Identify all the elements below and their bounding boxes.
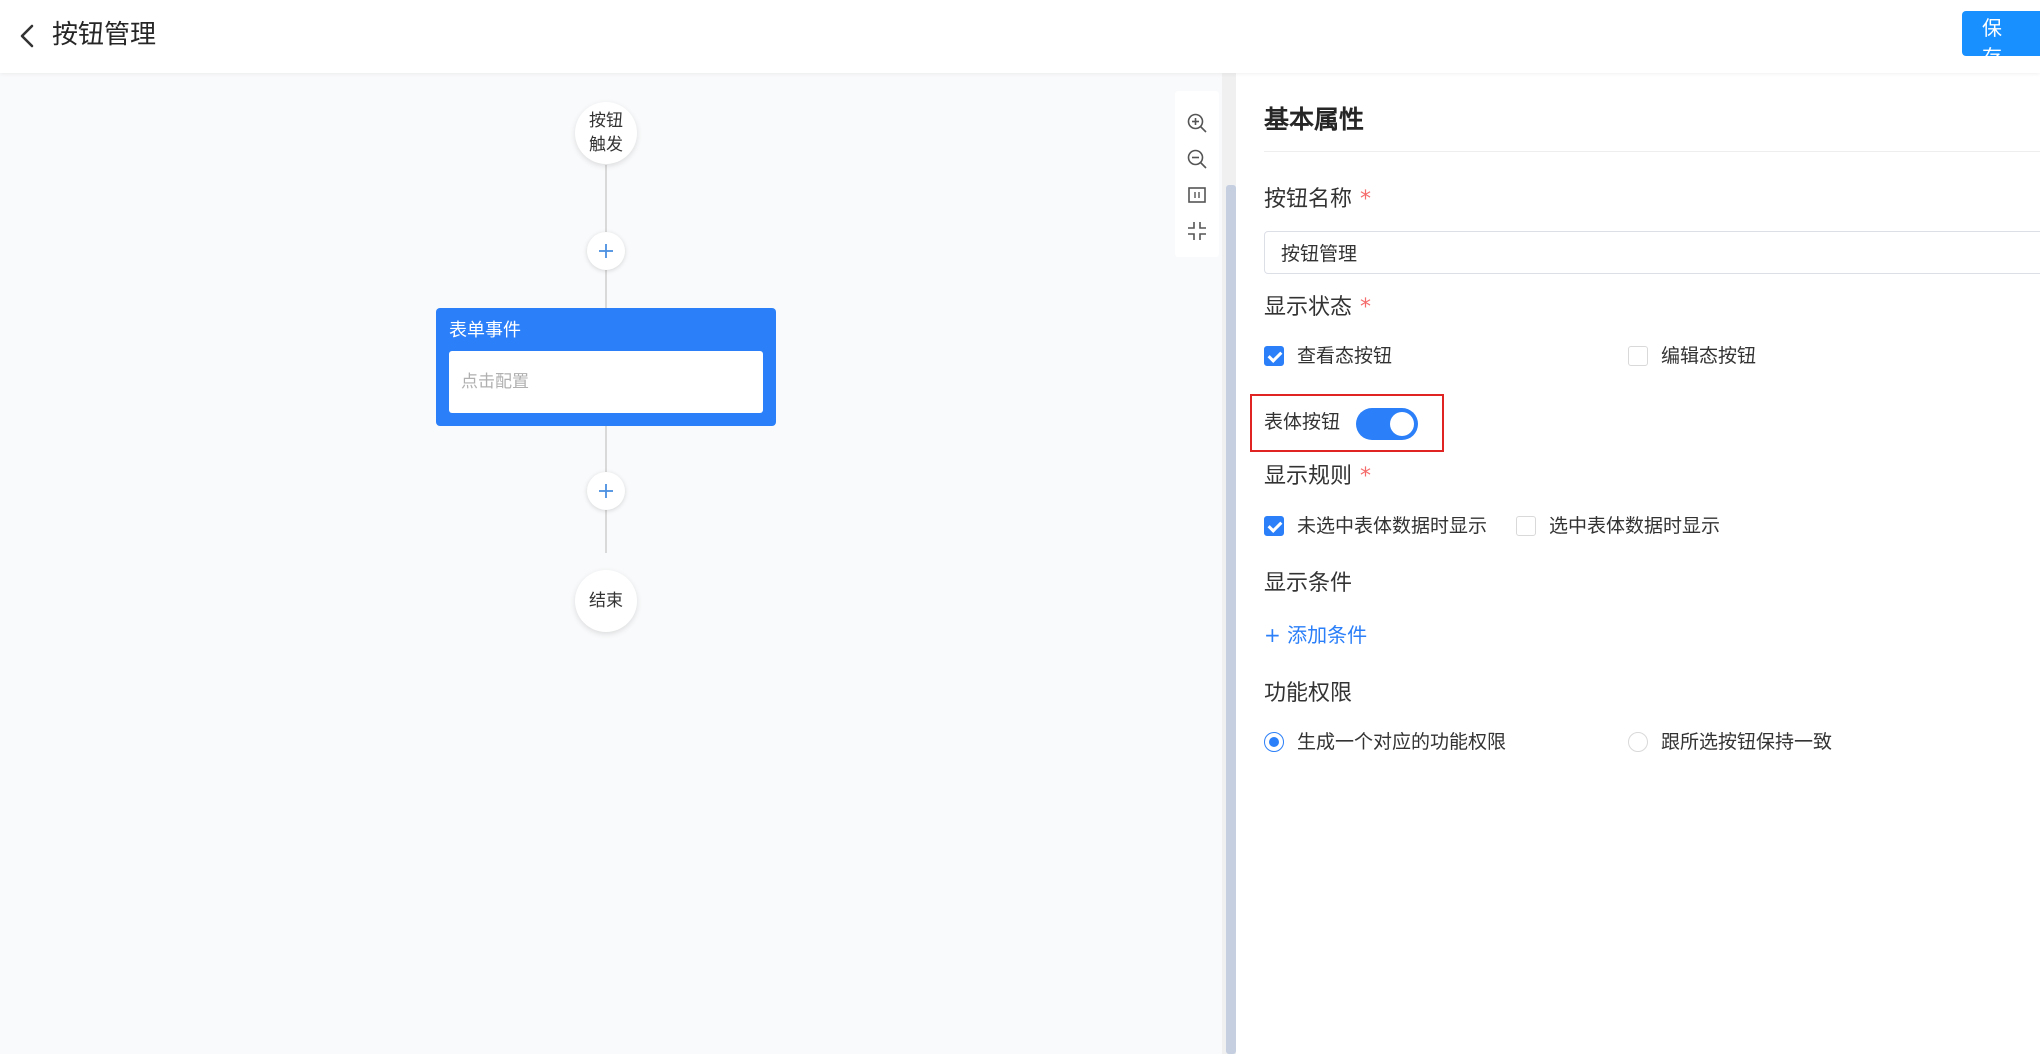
flow-connector [605, 509, 607, 553]
flow-connector [605, 270, 607, 308]
follow-button-radio[interactable]: 跟所选按钮保持一致 [1628, 729, 1832, 755]
button-name-label: 按钮名称 * [1264, 185, 1371, 215]
fit-view-button[interactable] [1185, 183, 1209, 207]
end-node-label: 结束 [589, 591, 623, 611]
display-condition-label: 显示条件 [1264, 571, 1353, 596]
edit-state-checkbox[interactable]: 编辑态按钮 [1628, 343, 1756, 369]
checkbox-unchecked-icon [1628, 346, 1648, 366]
permission-label: 功能权限 [1264, 681, 1353, 706]
display-rule-label-text: 显示规则 [1264, 464, 1353, 489]
required-mark: * [1360, 295, 1372, 320]
header-bar: 按钮管理 保 存 [0, 0, 2040, 73]
button-name-label-text: 按钮名称 [1264, 187, 1353, 212]
generate-permission-radio[interactable]: 生成一个对应的功能权限 [1264, 729, 1506, 755]
back-button[interactable] [14, 20, 40, 52]
properties-panel: 基本属性 按钮名称 * 显示状态 * 查看态按钮 编辑态按钮 显示规则 * 未选中表体… [1236, 73, 2040, 1054]
start-node-line: 触发 [589, 135, 623, 155]
event-config-placeholder: 点击配置 [461, 372, 529, 392]
zoom-toolbar [1175, 91, 1219, 257]
selected-rows-label: 选中表体数据时显示 [1549, 515, 1721, 537]
display-status-label-text: 显示状态 [1264, 295, 1353, 320]
zoom-in-icon [1187, 113, 1207, 133]
zoom-out-icon [1187, 149, 1207, 169]
body-button-switch[interactable] [1356, 408, 1418, 440]
checkbox-unchecked-icon [1516, 516, 1536, 536]
selected-rows-checkbox[interactable]: 选中表体数据时显示 [1516, 513, 1720, 539]
generate-permission-label: 生成一个对应的功能权限 [1297, 731, 1507, 753]
flow-connector [605, 426, 607, 472]
add-step-button[interactable] [587, 232, 625, 270]
save-button[interactable]: 保 存 [1962, 11, 2040, 69]
add-step-button[interactable] [587, 472, 625, 510]
flow-canvas[interactable]: 按钮 触发 表单事件 点击配置 结束 [0, 73, 1222, 1054]
view-state-checkbox[interactable]: 查看态按钮 [1264, 343, 1392, 369]
plus-icon [599, 484, 613, 498]
unselected-rows-checkbox[interactable]: 未选中表体数据时显示 [1264, 513, 1487, 539]
event-card-title: 表单事件 [449, 320, 521, 341]
unselected-rows-label: 未选中表体数据时显示 [1297, 515, 1488, 537]
display-rule-label: 显示规则 * [1264, 462, 1371, 492]
fullscreen-exit-icon [1188, 222, 1206, 240]
fullscreen-exit-button[interactable] [1185, 219, 1209, 243]
switch-knob [1390, 412, 1414, 436]
follow-button-label: 跟所选按钮保持一致 [1661, 731, 1833, 753]
flow-connector [605, 165, 607, 233]
zoom-in-button[interactable] [1185, 111, 1209, 135]
fit-view-icon [1188, 187, 1206, 203]
button-name-input[interactable] [1264, 231, 2040, 274]
start-node[interactable]: 按钮 触发 [575, 102, 637, 164]
form-event-card[interactable]: 表单事件 点击配置 [436, 308, 776, 426]
page-title: 按钮管理 [52, 20, 157, 50]
radio-unselected-icon [1628, 732, 1648, 752]
checkbox-checked-icon [1264, 516, 1284, 536]
required-mark: * [1360, 187, 1372, 212]
required-mark: * [1360, 464, 1372, 489]
chevron-left-icon [20, 24, 34, 48]
panel-title: 基本属性 [1264, 105, 1365, 134]
panel-divider [1264, 151, 2040, 152]
start-node-line: 按钮 [589, 111, 623, 131]
zoom-out-button[interactable] [1185, 147, 1209, 171]
body-button-label: 表体按钮 [1264, 411, 1341, 433]
view-state-label: 查看态按钮 [1297, 345, 1393, 367]
display-status-label: 显示状态 * [1264, 293, 1371, 323]
radio-selected-icon [1264, 732, 1284, 752]
end-node[interactable]: 结束 [575, 570, 637, 632]
event-config-box[interactable]: 点击配置 [449, 351, 763, 413]
plus-icon [599, 244, 613, 258]
canvas-scrollbar-thumb[interactable] [1226, 185, 1236, 1054]
edit-state-label: 编辑态按钮 [1661, 345, 1757, 367]
checkbox-checked-icon [1264, 346, 1284, 366]
add-condition-link[interactable]: + 添加条件 [1264, 621, 1367, 649]
